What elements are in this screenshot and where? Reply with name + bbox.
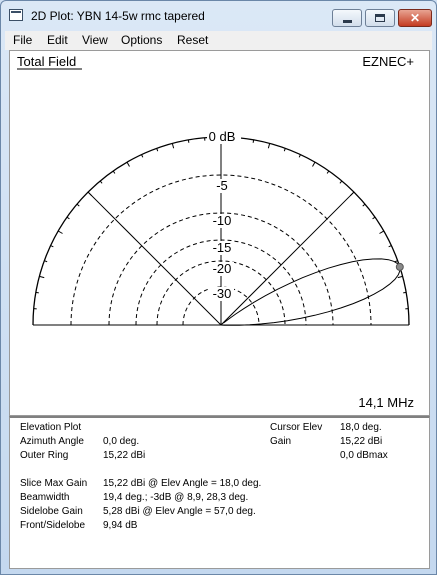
ring-label-15: -15 bbox=[213, 240, 232, 255]
sidelobe-gain-label: Sidelobe Gain bbox=[20, 506, 83, 517]
polar-plot[interactable]: Total Field EZNEC+ 0 dB -5 -10 -15 -20 -… bbox=[10, 51, 429, 415]
ring-label-5: -5 bbox=[216, 178, 228, 193]
info-panel: Elevation Plot Azimuth Angle 0,0 deg. Ou… bbox=[9, 416, 430, 569]
close-icon: ✕ bbox=[409, 11, 421, 25]
tick-70 bbox=[283, 148, 286, 152]
gain-label: Gain bbox=[270, 436, 292, 447]
maximize-button[interactable] bbox=[365, 9, 395, 27]
slice-max-gain-value: 15,22 dBi @ Elev Angle = 18,0 deg. bbox=[103, 478, 262, 489]
tick-140 bbox=[76, 203, 80, 207]
front-sidelobe-label: Front/Sidelobe bbox=[20, 520, 86, 531]
tick-130 bbox=[99, 180, 103, 184]
radial-line-45 bbox=[220, 191, 355, 326]
close-button[interactable]: ✕ bbox=[398, 9, 432, 27]
tick-160 bbox=[44, 260, 48, 263]
menu-bar: File Edit View Options Reset bbox=[5, 31, 432, 50]
tick-145 bbox=[66, 216, 70, 220]
tick-55 bbox=[326, 170, 330, 174]
tick-40 bbox=[362, 203, 366, 207]
maximize-icon bbox=[375, 14, 385, 22]
tick-10 bbox=[403, 291, 407, 294]
tick-125 bbox=[112, 170, 116, 174]
ring-label-30: -30 bbox=[213, 286, 232, 301]
window-title: 2D Plot: YBN 14-5w rmc tapered bbox=[31, 9, 205, 23]
minimize-button[interactable] bbox=[332, 9, 362, 27]
tick-150 bbox=[57, 230, 63, 234]
plot-area[interactable]: Total Field EZNEC+ 0 dB -5 -10 -15 -20 -… bbox=[9, 50, 430, 416]
tick-115 bbox=[141, 154, 144, 158]
ring-label-20: -20 bbox=[213, 261, 232, 276]
menu-edit[interactable]: Edit bbox=[47, 33, 68, 47]
program-label: EZNEC+ bbox=[362, 54, 414, 69]
tick-170 bbox=[35, 291, 39, 294]
tick-15 bbox=[397, 275, 403, 279]
ring-label-0db: 0 dB bbox=[209, 129, 236, 144]
tick-135 bbox=[87, 191, 92, 196]
outer-ring-label: Outer Ring bbox=[20, 450, 69, 461]
title-bar[interactable]: 2D Plot: YBN 14-5w rmc tapered ✕ bbox=[1, 1, 436, 31]
tick-110 bbox=[156, 148, 159, 152]
window-icon[interactable] bbox=[9, 9, 23, 21]
azimuth-angle-value: 0,0 deg. bbox=[103, 436, 140, 447]
tick-45 bbox=[350, 191, 355, 196]
tick-20 bbox=[394, 260, 398, 263]
cursor-marker[interactable] bbox=[395, 262, 404, 271]
tick-60 bbox=[312, 161, 316, 167]
tick-50 bbox=[339, 180, 343, 184]
beamwidth-label: Beamwidth bbox=[20, 492, 70, 503]
front-sidelobe-value: 9,94 dB bbox=[103, 520, 138, 531]
ring-label-10: -10 bbox=[213, 213, 232, 228]
plot-window: 2D Plot: YBN 14-5w rmc tapered ✕ File Ed… bbox=[0, 0, 437, 575]
menu-options[interactable]: Options bbox=[121, 33, 162, 47]
elevation-plot-label: Elevation Plot bbox=[20, 422, 82, 433]
tick-100 bbox=[187, 139, 190, 143]
cursor-elev-value: 18,0 deg. bbox=[340, 422, 382, 433]
azimuth-angle-label: Azimuth Angle bbox=[20, 436, 84, 447]
sidelobe-gain-value: 5,28 dBi @ Elev Angle = 57,0 deg. bbox=[103, 506, 256, 517]
tick-25 bbox=[388, 245, 392, 248]
tick-120 bbox=[126, 161, 130, 167]
tick-80 bbox=[252, 139, 255, 143]
menu-reset[interactable]: Reset bbox=[177, 33, 208, 47]
gain-value: 15,22 dBi bbox=[340, 436, 383, 447]
minimize-icon bbox=[343, 20, 352, 23]
menu-file[interactable]: File bbox=[13, 33, 32, 47]
tick-65 bbox=[298, 154, 301, 158]
ring-labels: 0 dB -5 -10 -15 -20 -30 bbox=[207, 129, 241, 301]
slice-max-gain-label: Slice Max Gain bbox=[20, 478, 88, 489]
tick-35 bbox=[372, 216, 376, 220]
tick-105 bbox=[171, 143, 175, 149]
frequency-label: 14,1 MHz bbox=[358, 395, 414, 410]
tick-30 bbox=[379, 230, 385, 234]
pattern-trace bbox=[220, 258, 401, 326]
beamwidth-value: 19,4 deg.; -3dB @ 8,9, 28,3 deg. bbox=[103, 492, 249, 503]
gain-rel-value: 0,0 dBmax bbox=[340, 450, 388, 461]
tick-165 bbox=[39, 275, 45, 279]
total-field-label: Total Field bbox=[17, 54, 76, 69]
radial-line-135 bbox=[87, 191, 222, 326]
cursor-elev-label: Cursor Elev bbox=[270, 422, 323, 433]
tick-155 bbox=[50, 245, 54, 248]
menu-view[interactable]: View bbox=[82, 33, 108, 47]
tick-75 bbox=[267, 143, 271, 149]
outer-ring-value: 15,22 dBi bbox=[103, 450, 146, 461]
